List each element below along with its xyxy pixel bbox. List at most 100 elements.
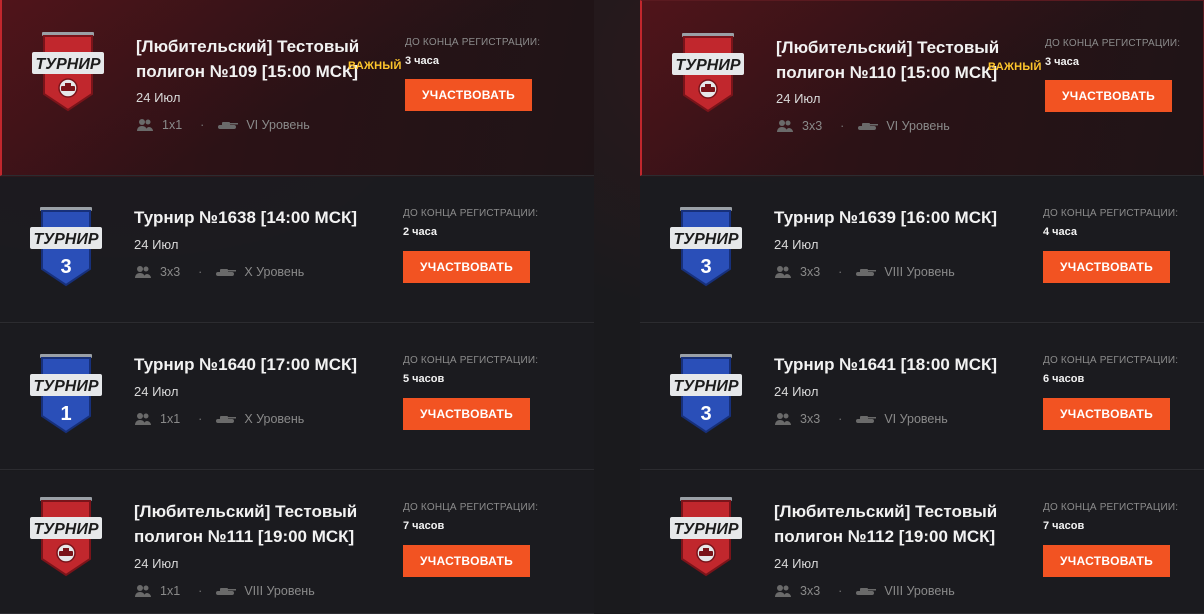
players-icon	[775, 413, 791, 425]
participate-button[interactable]: УЧАСТВОВАТЬ	[403, 251, 530, 283]
tournament-card[interactable]: ТУРНИР 3 Турнир №1638 [14:00 МСК] 24 Июл …	[0, 177, 594, 323]
players-format: 3x3	[160, 265, 181, 279]
badge-number: 1	[60, 403, 71, 425]
tournament-card[interactable]: ТУРНИР [Любительский] Тестовый полигон №…	[0, 471, 594, 614]
participate-button[interactable]: УЧАСТВОВАТЬ	[403, 545, 530, 577]
important-label: ВАЖНЫЙ	[988, 61, 1042, 73]
tournament-title-line1: [Любительский] Тестовый	[776, 38, 1000, 57]
registration-time-left: 7 часов	[403, 520, 445, 532]
registration-label: ДО КОНЦА РЕГИСТРАЦИИ:	[1043, 502, 1179, 513]
registration-time-left: 3 часа	[405, 55, 440, 67]
tournament-date: 24 Июл	[774, 556, 819, 571]
registration-label: ДО КОНЦА РЕГИСТРАЦИИ:	[403, 355, 539, 366]
meta-separator: ·	[838, 412, 843, 426]
meta-separator: ·	[838, 265, 843, 279]
tournament-title[interactable]: Турнир №1641 [18:00 МСК]	[774, 352, 1014, 377]
tank-icon	[216, 269, 237, 276]
tournament-title-line1: Турнир №1638 [14:00 МСК]	[134, 208, 358, 227]
important-label: ВАЖНЫЙ	[348, 60, 402, 72]
tank-emblem-turret	[65, 83, 71, 87]
tournament-title[interactable]: [Любительский] Тестовый полигон №109 [15…	[136, 34, 376, 84]
tournament-title-line2: полигон №109 [15:00 МСК]	[136, 62, 359, 81]
players-icon	[135, 585, 151, 597]
players-format: 1x1	[162, 118, 183, 132]
players-icon	[775, 266, 791, 278]
tank-icon	[216, 416, 237, 423]
participate-button[interactable]: УЧАСТВОВАТЬ	[1043, 398, 1170, 430]
tank-icon	[218, 122, 239, 129]
tank-icon	[856, 269, 877, 276]
badge-word: ТУРНИР	[675, 57, 740, 74]
tank-icon	[216, 588, 237, 595]
badge-word: ТУРНИР	[673, 231, 738, 248]
tournament-badge-icon: ТУРНИР	[670, 497, 742, 577]
tournament-meta: 1x1 · X Уровень	[134, 412, 304, 426]
registration-time-left: 4 часа	[1043, 226, 1078, 238]
players-format: 3x3	[800, 584, 821, 598]
tournament-title-line1: [Любительский] Тестовый	[136, 37, 360, 56]
tournament-title[interactable]: Турнир №1639 [16:00 МСК]	[774, 205, 1014, 230]
registration-time-left: 7 часов	[1043, 520, 1085, 532]
tournament-badge-icon: ТУРНИР 1	[30, 354, 102, 434]
tournament-title[interactable]: Турнир №1638 [14:00 МСК]	[134, 205, 374, 230]
tournament-title-line1: Турнир №1640 [17:00 МСК]	[134, 355, 358, 374]
tournament-date: 24 Июл	[134, 556, 179, 571]
players-format: 3x3	[800, 412, 821, 426]
tournament-title-line1: Турнир №1641 [18:00 МСК]	[774, 355, 998, 374]
tournament-title-line1: Турнир №1639 [16:00 МСК]	[774, 208, 998, 227]
tournament-card[interactable]: ТУРНИР 3 Турнир №1641 [18:00 МСК] 24 Июл …	[640, 324, 1204, 470]
tier-level: VI Уровень	[884, 412, 948, 426]
badge-word: ТУРНИР	[33, 521, 98, 538]
tournament-title-line2: полигон №111 [19:00 МСК]	[134, 527, 355, 546]
badge-word: ТУРНИР	[673, 378, 738, 395]
registration-label: ДО КОНЦА РЕГИСТРАЦИИ:	[1043, 208, 1179, 219]
tournament-badge-icon: ТУРНИР	[32, 32, 104, 112]
tournament-title[interactable]: [Любительский] Тестовый полигон №112 [19…	[774, 499, 1014, 549]
players-format: 1x1	[160, 584, 181, 598]
badge-word: ТУРНИР	[33, 231, 98, 248]
tank-icon	[856, 416, 877, 423]
registration-time-left: 5 часов	[403, 373, 445, 385]
tournament-date: 24 Июл	[134, 237, 179, 252]
tank-icon	[856, 588, 877, 595]
tournament-meta: 3x3 · VIII Уровень	[774, 584, 955, 598]
tournament-card[interactable]: ТУРНИР 3 Турнир №1639 [16:00 МСК] 24 Июл …	[640, 177, 1204, 323]
registration-time-left: 2 часа	[403, 226, 438, 238]
meta-separator: ·	[198, 412, 203, 426]
tournament-card[interactable]: ТУРНИР 1 Турнир №1640 [17:00 МСК] 24 Июл …	[0, 324, 594, 470]
tournament-title[interactable]: Турнир №1640 [17:00 МСК]	[134, 352, 374, 377]
tournament-meta: 3x3 · VIII Уровень	[774, 265, 955, 279]
tournament-title[interactable]: [Любительский] Тестовый полигон №111 [19…	[134, 499, 374, 549]
meta-separator: ·	[198, 584, 203, 598]
registration-label: ДО КОНЦА РЕГИСТРАЦИИ:	[403, 208, 539, 219]
players-icon	[135, 413, 151, 425]
tournament-date: 24 Июл	[136, 90, 181, 105]
tournament-badge-icon: ТУРНИР 3	[670, 354, 742, 434]
tournament-badge-icon: ТУРНИР 3	[30, 207, 102, 287]
meta-separator: ·	[198, 265, 203, 279]
tournament-card[interactable]: ТУРНИР [Любительский] Тестовый полигон №…	[640, 471, 1204, 614]
tournament-card[interactable]: ТУРНИР [Любительский] Тестовый полигон №…	[640, 0, 1204, 176]
participate-button[interactable]: УЧАСТВОВАТЬ	[1043, 545, 1170, 577]
tournament-title[interactable]: [Любительский] Тестовый полигон №110 [15…	[776, 35, 1016, 85]
tournament-badge-icon: ТУРНИР	[672, 33, 744, 113]
tournament-date: 24 Июл	[774, 384, 819, 399]
tier-level: VIII Уровень	[244, 584, 315, 598]
participate-button[interactable]: УЧАСТВОВАТЬ	[403, 398, 530, 430]
tier-level: X Уровень	[244, 265, 305, 279]
tier-level: VI Уровень	[246, 118, 310, 132]
tier-level: VI Уровень	[886, 119, 950, 133]
tournament-card[interactable]: ТУРНИР [Любительский] Тестовый полигон №…	[0, 0, 594, 176]
registration-time-left: 6 часов	[1043, 373, 1085, 385]
participate-button[interactable]: УЧАСТВОВАТЬ	[405, 79, 532, 111]
tournament-date: 24 Июл	[134, 384, 179, 399]
tournament-title-line2: полигон №110 [15:00 МСК]	[776, 63, 998, 82]
meta-separator: ·	[200, 118, 205, 132]
registration-label: ДО КОНЦА РЕГИСТРАЦИИ:	[1043, 355, 1179, 366]
tier-level: VIII Уровень	[884, 265, 955, 279]
badge-word: ТУРНИР	[673, 521, 738, 538]
participate-button[interactable]: УЧАСТВОВАТЬ	[1045, 80, 1172, 112]
tournament-title-line1: [Любительский] Тестовый	[774, 502, 998, 521]
participate-button[interactable]: УЧАСТВОВАТЬ	[1043, 251, 1170, 283]
tournament-meta: 1x1 · VI Уровень	[136, 118, 310, 132]
